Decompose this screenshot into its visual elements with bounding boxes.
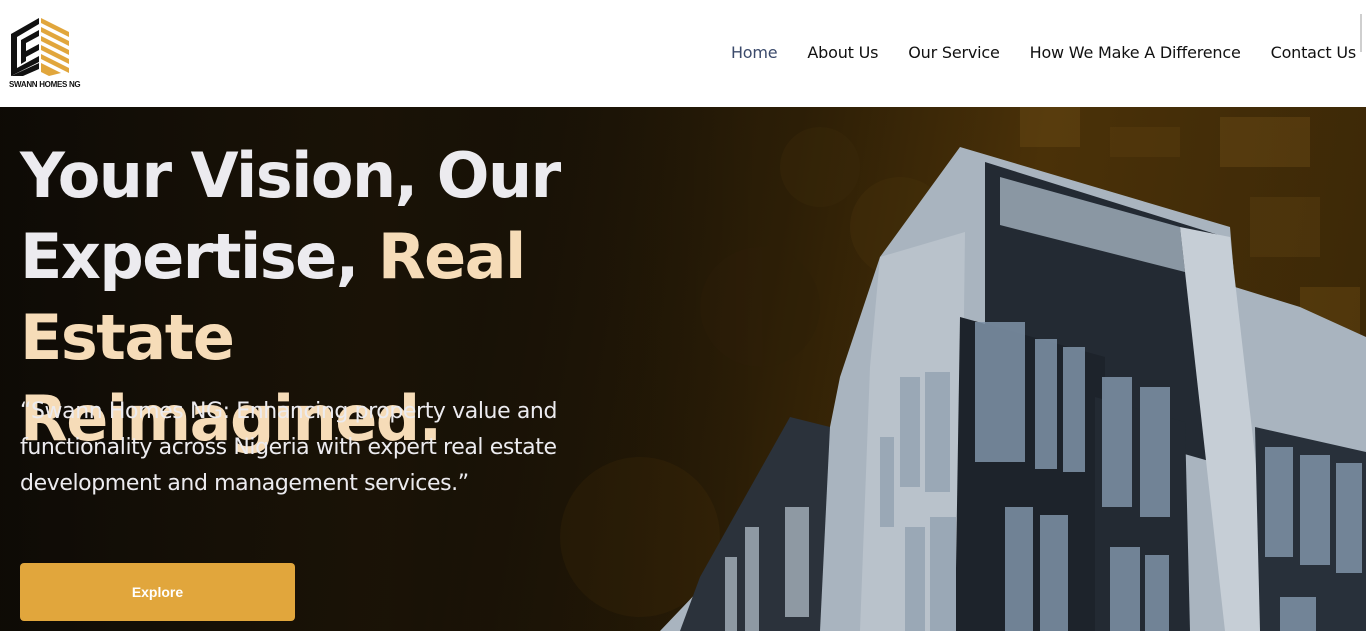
hero-subtext: “Swann Homes NG: Enhancing property valu… xyxy=(20,399,558,496)
brand-name: SWANN HOMES NG xyxy=(9,80,81,89)
scrollbar-thumb[interactable] xyxy=(1360,14,1362,52)
nav-item-about-us[interactable]: About Us xyxy=(807,42,878,64)
brand-logo[interactable]: SWANN HOMES NG xyxy=(9,16,81,92)
nav-item-contact-us[interactable]: Contact Us xyxy=(1271,42,1357,64)
nav-item-how-we-make-a-difference[interactable]: How We Make A Difference xyxy=(1030,42,1241,64)
main-nav: Home About Us Our Service How We Make A … xyxy=(731,42,1356,64)
headline-line-2: Expertise, xyxy=(20,220,359,293)
hero-section: Your Vision, Our Expertise, Real Estate … xyxy=(0,107,1366,631)
nav-item-home[interactable]: Home xyxy=(731,42,778,64)
explore-button[interactable]: Explore xyxy=(20,563,295,621)
nav-item-our-service[interactable]: Our Service xyxy=(908,42,1000,64)
site-header: SWANN HOMES NG Home About Us Our Service… xyxy=(0,0,1366,107)
stacked-stripes-logo-icon xyxy=(11,18,69,76)
headline-line-1: Your Vision, Our xyxy=(20,139,561,212)
